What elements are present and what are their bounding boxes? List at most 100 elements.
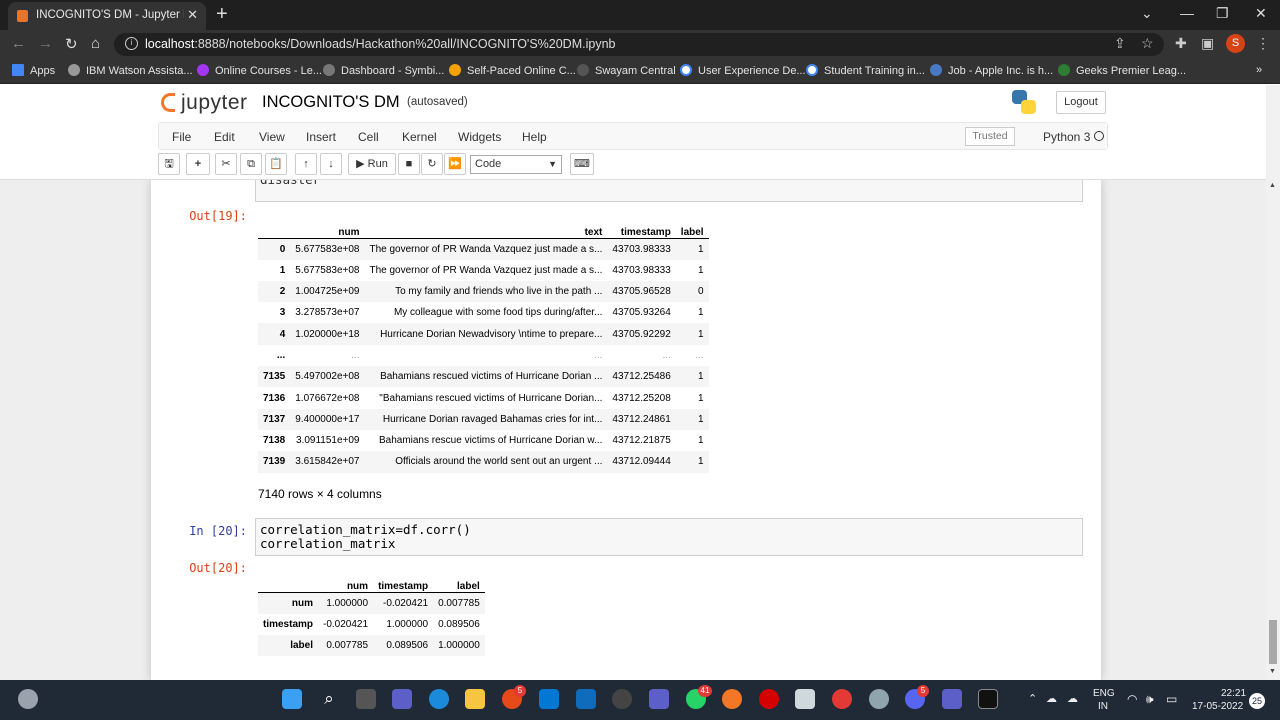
share-icon[interactable]: ⇪ xyxy=(1114,35,1126,52)
table-cell: 5.497002e+08 xyxy=(295,371,360,383)
notification-count[interactable]: 25 xyxy=(1249,693,1265,709)
jupyter-logo[interactable]: jupyter xyxy=(161,91,248,115)
minimize-icon[interactable]: — xyxy=(1180,5,1194,21)
side-panel-icon[interactable]: ▣ xyxy=(1201,35,1214,52)
bookmark-item[interactable]: Geeks Premier Leag... xyxy=(1058,64,1186,77)
forward-icon[interactable]: → xyxy=(38,35,53,52)
edge-icon[interactable] xyxy=(429,689,449,709)
bookmark-item[interactable]: Job - Apple Inc. is h... xyxy=(930,64,1053,77)
bookmark-apps[interactable]: Apps xyxy=(12,64,55,77)
snipping-tool-icon[interactable] xyxy=(795,689,815,709)
tab-search-chevron-icon[interactable]: ⌄ xyxy=(1141,5,1153,22)
site-info-icon[interactable]: i xyxy=(125,37,138,50)
bookmark-item[interactable]: Self-Paced Online C... xyxy=(449,64,576,77)
browser-tab[interactable]: INCOGNITO'S DM - Jupyter Note ✕ xyxy=(8,2,206,30)
task-view-icon[interactable] xyxy=(356,689,376,709)
clock-date[interactable]: 17-05-2022 xyxy=(1192,701,1243,712)
settings-gear-icon[interactable] xyxy=(869,689,889,709)
notebook-title[interactable]: INCOGNITO'S DM xyxy=(262,93,400,112)
bookmark-item[interactable]: Student Training in... xyxy=(806,64,925,77)
search-icon[interactable]: ⌕ xyxy=(319,689,339,709)
copy-icon[interactable]: ⧉ xyxy=(240,153,262,175)
interrupt-stop-icon[interactable]: ■ xyxy=(398,153,420,175)
battery-icon[interactable]: ▭ xyxy=(1166,692,1177,706)
bookmark-item[interactable]: IBM Watson Assista... xyxy=(68,64,193,77)
paste-icon[interactable]: 📋 xyxy=(265,153,287,175)
bookmark-item[interactable]: Dashboard - Symbi... xyxy=(323,64,444,77)
bookmark-item[interactable]: Online Courses - Le... xyxy=(197,64,322,77)
more-bookmarks-icon[interactable]: » xyxy=(1256,64,1262,76)
profile-avatar[interactable]: S xyxy=(1226,34,1245,53)
restart-icon[interactable]: ↻ xyxy=(421,153,443,175)
symbiosis-favicon-icon xyxy=(323,64,335,76)
new-tab-icon[interactable]: + xyxy=(216,3,228,26)
cut-icon[interactable]: ✂ xyxy=(215,153,237,175)
wifi-icon[interactable]: ◠ xyxy=(1127,692,1137,706)
scrollbar-thumb[interactable] xyxy=(1269,620,1277,664)
bookmark-item[interactable]: User Experience De... xyxy=(680,64,806,77)
back-icon[interactable]: ← xyxy=(11,35,26,52)
close-window-icon[interactable]: ✕ xyxy=(1255,5,1267,22)
onedrive-cloud-icon[interactable]: ☁ xyxy=(1046,692,1057,705)
menu-view[interactable]: View xyxy=(259,130,285,144)
jupyter-app-icon[interactable] xyxy=(722,689,742,709)
address-bar[interactable]: i localhost:8888/notebooks/Downloads/Hac… xyxy=(114,33,1164,56)
bookmark-item[interactable]: Swayam Central xyxy=(577,64,676,77)
code-input-cell[interactable]: correlation_matrix=df.corr() correlation… xyxy=(255,518,1083,556)
menu-file[interactable]: File xyxy=(172,130,191,144)
teams-chat-icon[interactable] xyxy=(392,689,412,709)
scroll-down-icon[interactable]: ▼ xyxy=(1269,668,1276,675)
bookmark-star-icon[interactable]: ☆ xyxy=(1141,35,1154,52)
home-icon[interactable]: ⌂ xyxy=(91,35,100,52)
row-index: 7138 xyxy=(263,435,286,447)
table-cell: 0.089506 xyxy=(438,618,480,630)
mail-icon[interactable] xyxy=(576,689,596,709)
weather-widget-icon[interactable] xyxy=(18,689,38,709)
menu-insert[interactable]: Insert xyxy=(306,130,336,144)
maximize-icon[interactable]: ❐ xyxy=(1216,5,1229,22)
extensions-puzzle-icon[interactable]: ✚ xyxy=(1175,35,1187,52)
menu-cell[interactable]: Cell xyxy=(358,130,379,144)
close-tab-icon[interactable]: ✕ xyxy=(187,7,198,23)
app-icon[interactable] xyxy=(832,689,852,709)
scroll-up-icon[interactable]: ▲ xyxy=(1269,182,1276,189)
move-up-icon[interactable]: ↑ xyxy=(295,153,317,175)
save-icon[interactable]: 🖫 xyxy=(158,153,180,175)
menu-widgets[interactable]: Widgets xyxy=(458,130,501,144)
store-icon[interactable] xyxy=(539,689,559,709)
onedrive-cloud-icon[interactable]: ☁ xyxy=(1067,692,1078,705)
menu-help[interactable]: Help xyxy=(522,130,547,144)
move-down-icon[interactable]: ↓ xyxy=(320,153,342,175)
clock-time[interactable]: 22:21 xyxy=(1221,688,1246,699)
terminal-icon[interactable] xyxy=(978,689,998,709)
url-path: :8888/notebooks/Downloads/Hackathon%20al… xyxy=(194,37,616,51)
insert-cell-icon[interactable]: + xyxy=(186,153,210,175)
opera-icon[interactable] xyxy=(759,689,779,709)
menu-kernel[interactable]: Kernel xyxy=(402,130,437,144)
reload-icon[interactable]: ↻ xyxy=(65,35,78,53)
run-play-icon: ▶ xyxy=(356,158,365,170)
kernel-name[interactable]: Python 3 xyxy=(1043,130,1090,144)
row-index: timestamp xyxy=(263,618,314,630)
restart-run-all-icon[interactable]: ⏩ xyxy=(444,153,466,175)
teams-work-icon[interactable] xyxy=(942,689,962,709)
row-index: 7137 xyxy=(263,413,286,425)
trusted-indicator[interactable]: Trusted xyxy=(965,127,1015,146)
previous-input-cell[interactable]: disaster xyxy=(255,180,1083,202)
cell-type-select[interactable]: Code ▼ xyxy=(470,155,562,174)
run-button[interactable]: ▶ Run xyxy=(348,153,396,175)
table-cell: 1.000000 xyxy=(326,597,369,609)
tray-chevron-icon[interactable]: ⌃ xyxy=(1028,692,1037,705)
volume-icon[interactable]: 🕪 xyxy=(1146,692,1154,707)
language-indicator[interactable]: ENG xyxy=(1093,688,1115,699)
chrome-menu-icon[interactable]: ⋮ xyxy=(1256,35,1270,52)
page-scrollbar[interactable]: ▲ ▼ xyxy=(1266,85,1280,680)
logout-button[interactable]: Logout xyxy=(1056,91,1106,114)
teams-icon[interactable] xyxy=(649,689,669,709)
windows-start-icon[interactable] xyxy=(282,689,302,709)
menu-edit[interactable]: Edit xyxy=(214,130,235,144)
file-explorer-icon[interactable] xyxy=(465,689,485,709)
dell-icon[interactable] xyxy=(612,689,632,709)
apps-grid-icon xyxy=(12,64,24,76)
command-palette-keyboard-icon[interactable]: ⌨ xyxy=(570,153,594,175)
